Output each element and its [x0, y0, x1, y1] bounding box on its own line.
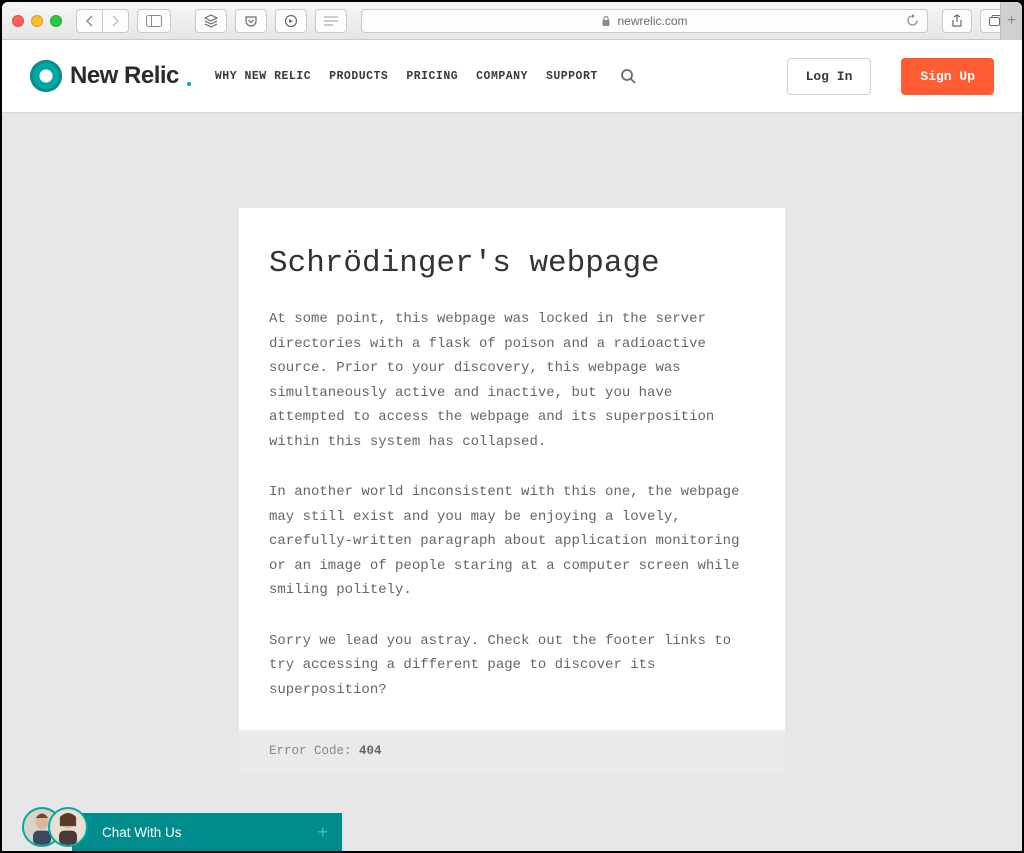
lock-icon [601, 15, 611, 27]
error-card-body: Schrödinger's webpage At some point, thi… [239, 208, 785, 730]
error-card: Schrödinger's webpage At some point, thi… [239, 208, 785, 772]
browser-toolbar: newrelic.com + [2, 2, 1022, 40]
error-paragraph-2: In another world inconsistent with this … [269, 480, 755, 603]
chat-widget: Chat With Us + [22, 807, 342, 851]
nav-why[interactable]: WHY NEW RELIC [215, 70, 311, 83]
window-controls [12, 15, 62, 27]
chat-label: Chat With Us [102, 825, 182, 840]
signup-button[interactable]: Sign Up [901, 58, 994, 95]
extension-buffer-icon[interactable] [195, 9, 227, 33]
nav-pricing[interactable]: PRICING [406, 70, 458, 83]
brand-logo[interactable]: New Relic [30, 60, 191, 92]
primary-nav: WHY NEW RELIC PRODUCTS PRICING COMPANY S… [215, 70, 598, 83]
chat-bar[interactable]: Chat With Us + [72, 813, 342, 851]
error-code-label: Error Code: [269, 744, 359, 758]
extension-adblock-icon[interactable] [275, 9, 307, 33]
nav-company[interactable]: COMPANY [476, 70, 528, 83]
error-title: Schrödinger's webpage [269, 246, 755, 281]
reader-mode-button[interactable] [315, 9, 347, 33]
address-bar[interactable]: newrelic.com [361, 9, 928, 33]
share-button[interactable] [942, 9, 972, 33]
brand-logo-icon [30, 60, 62, 92]
close-window-icon[interactable] [12, 15, 24, 27]
search-icon[interactable] [620, 68, 636, 84]
nav-back-forward-group [76, 9, 129, 33]
site-header: New Relic WHY NEW RELIC PRODUCTS PRICING… [2, 40, 1022, 113]
extension-pocket-icon[interactable] [235, 9, 267, 33]
browser-window: newrelic.com + New Relic WHY NEW RELIC P… [2, 2, 1022, 851]
brand-name: New Relic [70, 62, 179, 90]
maximize-window-icon[interactable] [50, 15, 62, 27]
error-footer: Error Code: 404 [239, 730, 785, 772]
error-paragraph-3: Sorry we lead you astray. Check out the … [269, 629, 755, 703]
error-paragraph-1: At some point, this webpage was locked i… [269, 307, 755, 454]
url-host: newrelic.com [617, 14, 687, 28]
chat-avatars [22, 807, 88, 847]
nav-support[interactable]: SUPPORT [546, 70, 598, 83]
reload-button[interactable] [906, 14, 919, 27]
minimize-window-icon[interactable] [31, 15, 43, 27]
login-button[interactable]: Log In [787, 58, 872, 95]
nav-products[interactable]: PRODUCTS [329, 70, 388, 83]
avatar [48, 807, 88, 847]
sidebar-toggle-button[interactable] [137, 9, 171, 33]
brand-dot-icon [187, 82, 191, 86]
forward-button[interactable] [103, 9, 129, 33]
back-button[interactable] [76, 9, 103, 33]
new-tab-button[interactable]: + [1000, 2, 1022, 40]
error-code-value: 404 [359, 744, 382, 758]
page-content: New Relic WHY NEW RELIC PRODUCTS PRICING… [2, 40, 1022, 851]
chat-expand-icon: + [317, 822, 328, 843]
